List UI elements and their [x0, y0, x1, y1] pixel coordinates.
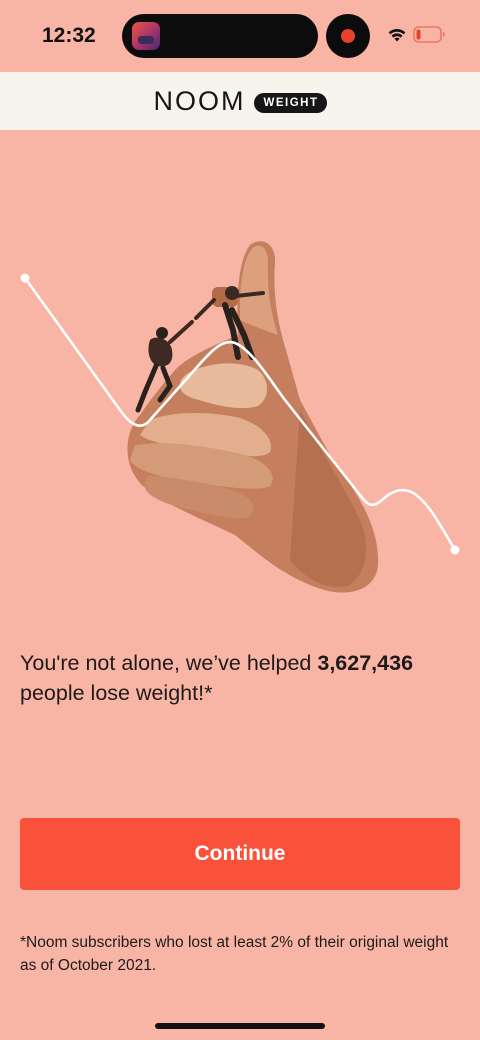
app-header: NOOM WEIGHT: [0, 72, 480, 130]
footnote-text: *Noom subscribers who lost at least 2% o…: [20, 934, 449, 974]
recording-app-icon: [132, 22, 160, 50]
record-indicator-icon: [341, 29, 355, 43]
headline-prefix: You're not alone, we’ve helped: [20, 651, 318, 675]
headline-text: You're not alone, we’ve helped 3,627,436…: [20, 648, 460, 708]
status-time: 12:32: [42, 24, 96, 47]
helped-count: 3,627,436: [317, 651, 414, 675]
dynamic-island: [122, 14, 318, 58]
status-bar: 12:32: [0, 0, 480, 72]
home-indicator[interactable]: [155, 1023, 325, 1029]
continue-button[interactable]: Continue: [20, 818, 460, 890]
wifi-icon: [388, 28, 406, 42]
trend-start-point: [20, 273, 30, 283]
weight-badge: WEIGHT: [253, 92, 327, 113]
battery-low-icon: [413, 26, 445, 43]
noom-logo: NOOM: [153, 85, 246, 116]
trend-end-point: [450, 545, 460, 555]
hero-illustration: [20, 241, 460, 593]
headline-suffix: people lose weight!*: [20, 681, 213, 705]
record-indicator: [326, 14, 370, 58]
